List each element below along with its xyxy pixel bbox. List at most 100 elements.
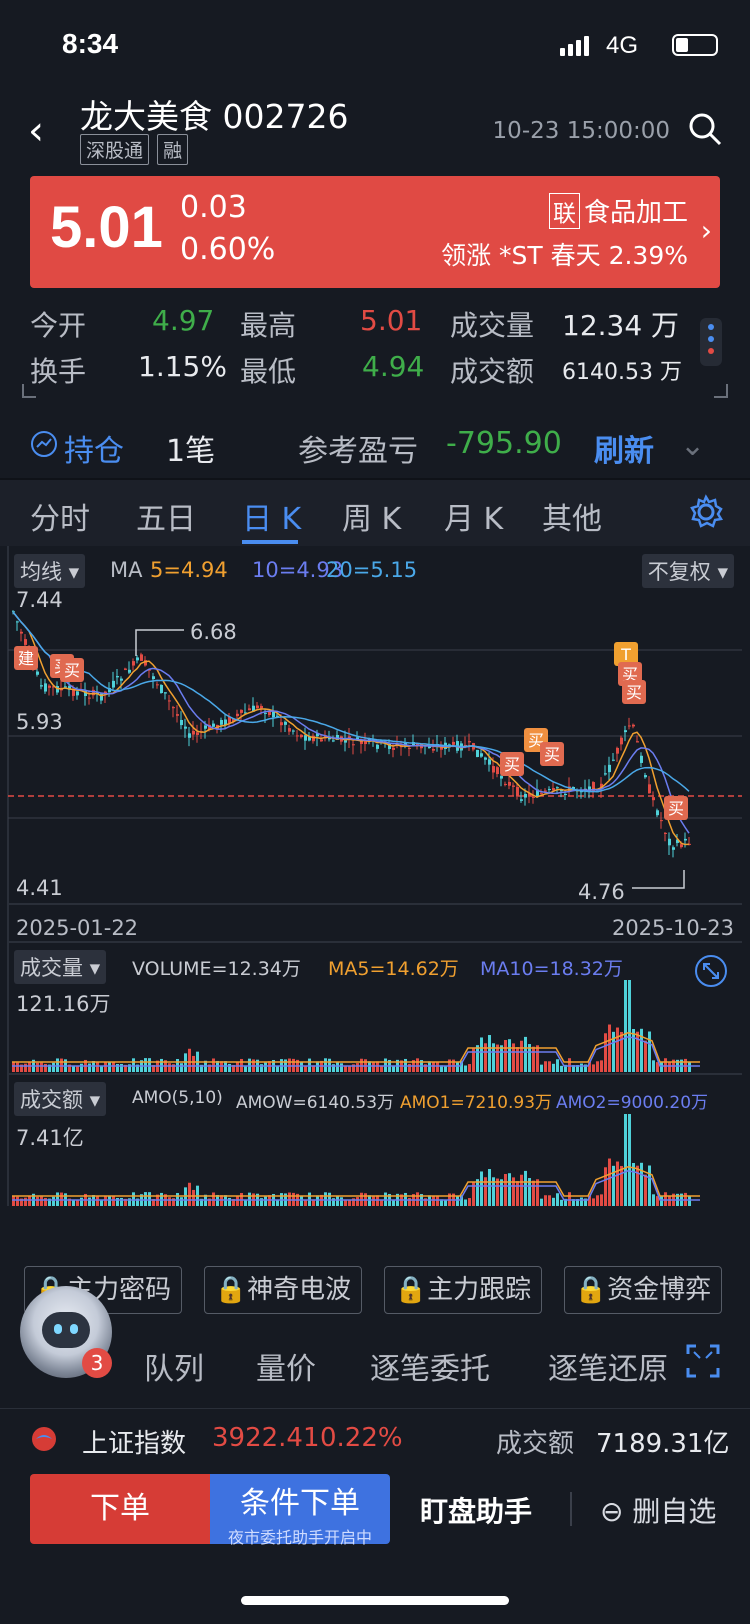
amount-bar	[72, 1199, 75, 1206]
kline-candle	[248, 708, 251, 711]
kline-candle	[652, 797, 655, 801]
volume-value: 12.34 万	[562, 309, 680, 342]
date-end: 2025-10-23	[611, 916, 734, 940]
volume-bar	[344, 1065, 347, 1072]
amount-bar	[168, 1197, 171, 1206]
kline-candle	[680, 844, 683, 848]
tab-daily-k[interactable]: 日 K	[242, 494, 301, 538]
volume-bar	[264, 1062, 267, 1072]
kline-candle	[480, 753, 483, 757]
ma-selector[interactable]: 均线 ▾	[14, 554, 86, 588]
kline-candle	[260, 705, 263, 709]
holding-label[interactable]: 持仓	[64, 426, 124, 470]
conditional-order-button[interactable]: 条件下单 夜市委托助手开启中	[210, 1474, 390, 1547]
expand-chart-icon[interactable]	[694, 954, 728, 988]
amount-bar	[568, 1192, 571, 1206]
kline-candle	[392, 747, 395, 750]
amount-selector[interactable]: 成交额 ▾	[14, 1082, 107, 1116]
watch-assistant-button[interactable]: 盯盘助手	[420, 1490, 532, 1530]
remove-watchlist-button[interactable]: ⊖ 删自选	[600, 1490, 716, 1530]
amount-bar	[532, 1180, 535, 1206]
kline-candle	[620, 737, 623, 745]
volume-bar	[688, 1062, 691, 1072]
volume-bar	[40, 1062, 43, 1072]
industry-badge: 联	[548, 193, 580, 229]
adjust-selector[interactable]: 不复权 ▾	[641, 554, 734, 588]
kline-candle	[544, 790, 547, 792]
volume-bar	[652, 1060, 655, 1072]
index-pct: 0.22%	[320, 1423, 403, 1453]
tab-order-by-order[interactable]: 逐笔委托	[370, 1344, 490, 1388]
ma20-value: 20=5.15	[326, 558, 418, 582]
detail-tabs: 队列 量价 逐笔委托 逐笔还原	[0, 1330, 750, 1400]
kline-svg[interactable]: 建买买买买买T买买买	[0, 546, 750, 1250]
tab-monthly-k[interactable]: 月 K	[444, 494, 503, 538]
volume-bar	[636, 1031, 639, 1072]
tab-trade-replay[interactable]: 逐笔还原	[548, 1344, 686, 1388]
volume-bar	[228, 1063, 231, 1072]
order-button[interactable]: 下单	[30, 1474, 210, 1544]
settings-gear-icon[interactable]	[688, 494, 724, 530]
tab-queue[interactable]: 队列	[144, 1344, 204, 1388]
volume-bar	[52, 1062, 55, 1072]
volume-bar	[212, 1058, 215, 1072]
chart-tabs: 分时 五日 日 K 周 K 月 K 其他	[0, 480, 750, 546]
fullscreen-icon[interactable]	[686, 1344, 720, 1378]
volume-bar	[44, 1063, 47, 1072]
ma20-line	[12, 611, 690, 793]
amount-bar	[488, 1169, 491, 1206]
amount-bar	[536, 1179, 539, 1206]
refresh-button[interactable]: 刷新	[594, 426, 654, 470]
lock-main-track[interactable]: 🔒主力跟踪	[384, 1266, 542, 1314]
volume-bar	[28, 1061, 31, 1072]
industry-label: 联食品加工	[548, 192, 688, 229]
price-banner[interactable]: 5.01 0.03 0.60% 联食品加工 领涨 *ST 春天 2.39% ›	[30, 176, 720, 288]
kline-candle	[604, 773, 607, 775]
search-icon[interactable]	[688, 112, 722, 146]
more-options-icon[interactable]	[700, 318, 722, 366]
last-price: 5.01	[50, 195, 163, 260]
amount-bar	[508, 1173, 511, 1206]
amount-bar	[540, 1198, 543, 1206]
kline-candle	[664, 832, 667, 834]
kline-candle	[120, 678, 123, 681]
tab-weekly-k[interactable]: 周 K	[342, 494, 401, 538]
kline-candle	[660, 820, 663, 822]
back-icon[interactable]: ‹	[28, 108, 44, 154]
amount-bar	[548, 1195, 551, 1206]
kline-chart[interactable]: 建买买买买买T买买买 均线 ▾ MA 5=4.94 10=4.93 20=5.1…	[0, 546, 750, 1250]
tab-volume-price[interactable]: 量价	[256, 1344, 316, 1388]
volume-bar	[192, 1055, 195, 1072]
amount-ma1-line	[12, 1166, 700, 1197]
kline-candle	[668, 838, 671, 846]
volume-bar	[36, 1062, 39, 1072]
chevron-down-icon[interactable]: ⌄	[680, 428, 705, 463]
amount-bar	[236, 1196, 239, 1206]
volume-bar	[668, 1062, 671, 1072]
kline-candle	[320, 739, 323, 742]
lock-wave[interactable]: 🔒神奇电波	[204, 1266, 362, 1314]
tab-other[interactable]: 其他	[542, 494, 602, 538]
kline-candle	[132, 661, 135, 666]
volume-bar	[488, 1035, 491, 1072]
kline-candle	[548, 788, 551, 790]
lock-fund-game[interactable]: 🔒资金博弈	[564, 1266, 722, 1314]
kline-candle	[432, 748, 435, 751]
volume-bar	[644, 1040, 647, 1072]
amount-bar	[132, 1192, 135, 1206]
kline-candle	[672, 847, 675, 850]
kline-candle	[88, 697, 91, 699]
volume-bar	[180, 1063, 183, 1072]
kline-candle	[564, 793, 567, 796]
index-ticker[interactable]: 上证指数 3922.41 0.22% 成交额 7189.31亿	[0, 1408, 750, 1468]
volume-selector[interactable]: 成交量 ▾	[14, 950, 107, 984]
battery-icon	[672, 34, 718, 56]
kline-candle	[612, 759, 615, 761]
tab-five-day[interactable]: 五日	[136, 494, 196, 538]
volume-bar	[416, 1058, 419, 1072]
kline-candle	[168, 700, 171, 702]
kline-candle	[64, 686, 67, 688]
volume-bar	[632, 1029, 635, 1072]
pl-label: 参考盈亏	[298, 434, 418, 469]
tab-intraday[interactable]: 分时	[30, 494, 90, 538]
